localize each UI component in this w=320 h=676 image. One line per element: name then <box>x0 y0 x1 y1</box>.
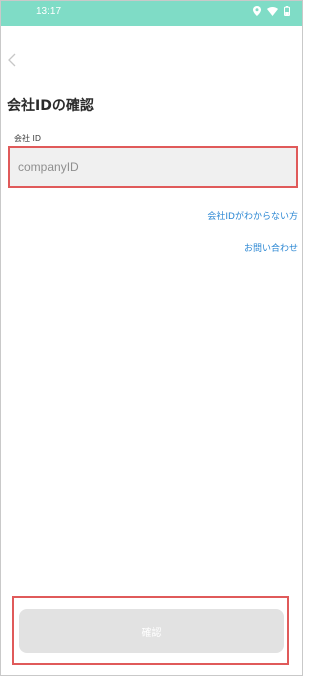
status-bar: 13:17 <box>1 1 302 26</box>
company-id-label: 会社 ID <box>14 134 42 143</box>
wifi-icon <box>267 6 278 16</box>
company-id-input[interactable] <box>10 148 296 186</box>
battery-icon <box>284 6 290 16</box>
confirm-button[interactable]: 確認 <box>19 609 284 653</box>
forgot-company-id-link[interactable]: 会社IDがわからない方 <box>207 209 298 222</box>
location-icon <box>253 6 261 16</box>
status-icons <box>253 6 290 16</box>
contact-link[interactable]: お問い合わせ <box>244 241 298 254</box>
page-title: 会社IDの確認 <box>7 98 94 114</box>
back-button[interactable] <box>6 51 20 69</box>
chevron-left-icon <box>6 53 20 73</box>
status-time: 13:17 <box>36 6 62 17</box>
